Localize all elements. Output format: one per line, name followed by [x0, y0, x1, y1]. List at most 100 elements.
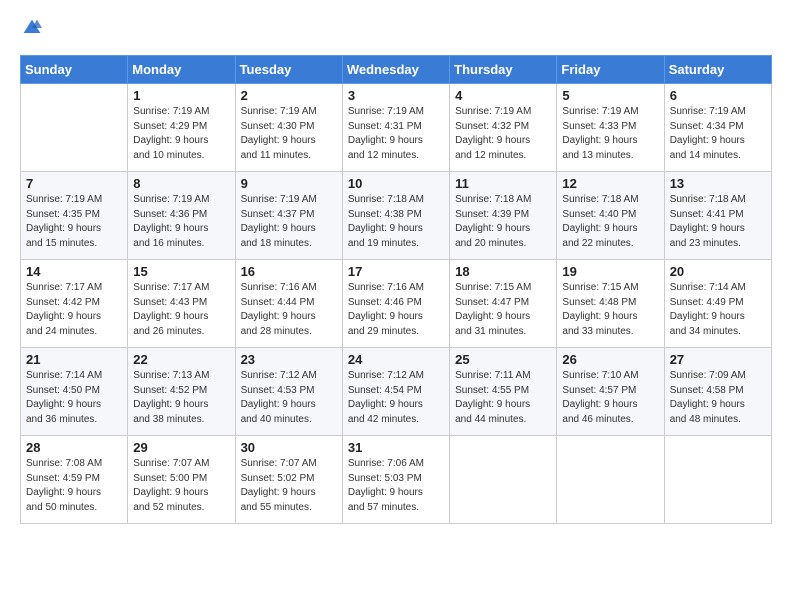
calendar-cell: 20 Sunrise: 7:14 AMSunset: 4:49 PMDayligh… — [664, 260, 771, 348]
daylight-text2: and 33 minutes. — [562, 325, 658, 340]
daylight-text2: and 40 minutes. — [241, 413, 337, 428]
sunrise-text: Sunrise: 7:19 AM — [241, 193, 337, 208]
sunset-text: Sunset: 4:53 PM — [241, 384, 337, 399]
daylight-text: Daylight: 9 hours — [455, 310, 551, 325]
cell-info: Sunrise: 7:16 AMSunset: 4:46 PMDaylight:… — [348, 281, 444, 339]
day-number: 12 — [562, 176, 658, 191]
sunrise-text: Sunrise: 7:15 AM — [562, 281, 658, 296]
cell-info: Sunrise: 7:19 AMSunset: 4:30 PMDaylight:… — [241, 105, 337, 163]
cell-info: Sunrise: 7:07 AMSunset: 5:02 PMDaylight:… — [241, 457, 337, 515]
calendar-cell: 26 Sunrise: 7:10 AMSunset: 4:57 PMDayligh… — [557, 348, 664, 436]
calendar-cell: 7Sunrise: 7:19 AMSunset: 4:35 PMDaylight… — [21, 172, 128, 260]
sunset-text: Sunset: 4:41 PM — [670, 208, 766, 223]
sunrise-text: Sunrise: 7:10 AM — [562, 369, 658, 384]
cell-info: Sunrise: 7:08 AMSunset: 4:59 PMDaylight:… — [26, 457, 122, 515]
sunrise-text: Sunrise: 7:16 AM — [241, 281, 337, 296]
daylight-text2: and 44 minutes. — [455, 413, 551, 428]
sunrise-text: Sunrise: 7:06 AM — [348, 457, 444, 472]
day-number: 20 — [670, 264, 766, 279]
day-number: 1 — [133, 88, 229, 103]
cell-info: Sunrise: 7:06 AMSunset: 5:03 PMDaylight:… — [348, 457, 444, 515]
sunrise-text: Sunrise: 7:19 AM — [562, 105, 658, 120]
sunset-text: Sunset: 4:37 PM — [241, 208, 337, 223]
cell-info: Sunrise: 7:10 AMSunset: 4:57 PMDaylight:… — [562, 369, 658, 427]
calendar-cell — [557, 436, 664, 524]
calendar-cell: 12 Sunrise: 7:18 AMSunset: 4:40 PMDayligh… — [557, 172, 664, 260]
day-number: 28 — [26, 440, 122, 455]
day-number: 6 — [670, 88, 766, 103]
day-number: 14 — [26, 264, 122, 279]
table-row: 14Sunrise: 7:17 AMSunset: 4:42 PMDayligh… — [21, 260, 772, 348]
sunset-text: Sunset: 4:38 PM — [348, 208, 444, 223]
calendar-cell — [21, 84, 128, 172]
sunset-text: Sunset: 5:03 PM — [348, 472, 444, 487]
sunrise-text: Sunrise: 7:19 AM — [133, 105, 229, 120]
sunset-text: Sunset: 4:44 PM — [241, 296, 337, 311]
daylight-text2: and 11 minutes. — [241, 149, 337, 164]
sunrise-text: Sunrise: 7:07 AM — [241, 457, 337, 472]
day-number: 24 — [348, 352, 444, 367]
sunset-text: Sunset: 5:02 PM — [241, 472, 337, 487]
calendar-cell: 21Sunrise: 7:14 AMSunset: 4:50 PMDayligh… — [21, 348, 128, 436]
daylight-text: Daylight: 9 hours — [348, 310, 444, 325]
daylight-text2: and 15 minutes. — [26, 237, 122, 252]
day-number: 16 — [241, 264, 337, 279]
cell-info: Sunrise: 7:19 AMSunset: 4:34 PMDaylight:… — [670, 105, 766, 163]
sunset-text: Sunset: 4:33 PM — [562, 120, 658, 135]
daylight-text: Daylight: 9 hours — [133, 134, 229, 149]
sunrise-text: Sunrise: 7:16 AM — [348, 281, 444, 296]
calendar-cell: 18Sunrise: 7:15 AMSunset: 4:47 PMDayligh… — [450, 260, 557, 348]
calendar-cell: 15Sunrise: 7:17 AMSunset: 4:43 PMDayligh… — [128, 260, 235, 348]
sunrise-text: Sunrise: 7:07 AM — [133, 457, 229, 472]
sunrise-text: Sunrise: 7:13 AM — [133, 369, 229, 384]
cell-info: Sunrise: 7:14 AMSunset: 4:50 PMDaylight:… — [26, 369, 122, 427]
cell-info: Sunrise: 7:18 AMSunset: 4:40 PMDaylight:… — [562, 193, 658, 251]
sunset-text: Sunset: 4:29 PM — [133, 120, 229, 135]
day-number: 2 — [241, 88, 337, 103]
daylight-text2: and 36 minutes. — [26, 413, 122, 428]
daylight-text: Daylight: 9 hours — [455, 222, 551, 237]
daylight-text2: and 24 minutes. — [26, 325, 122, 340]
daylight-text: Daylight: 9 hours — [562, 310, 658, 325]
cell-info: Sunrise: 7:19 AMSunset: 4:37 PMDaylight:… — [241, 193, 337, 251]
col-wednesday: Wednesday — [342, 56, 449, 84]
daylight-text2: and 29 minutes. — [348, 325, 444, 340]
sunrise-text: Sunrise: 7:11 AM — [455, 369, 551, 384]
calendar-cell: 28 Sunrise: 7:08 AMSunset: 4:59 PMDayligh… — [21, 436, 128, 524]
cell-info: Sunrise: 7:17 AMSunset: 4:42 PMDaylight:… — [26, 281, 122, 339]
sunrise-text: Sunrise: 7:17 AM — [26, 281, 122, 296]
sunset-text: Sunset: 4:57 PM — [562, 384, 658, 399]
table-row: 1Sunrise: 7:19 AMSunset: 4:29 PMDaylight… — [21, 84, 772, 172]
daylight-text: Daylight: 9 hours — [562, 398, 658, 413]
sunset-text: Sunset: 4:42 PM — [26, 296, 122, 311]
col-tuesday: Tuesday — [235, 56, 342, 84]
calendar-cell: 25Sunrise: 7:11 AMSunset: 4:55 PMDayligh… — [450, 348, 557, 436]
calendar-cell: 22Sunrise: 7:13 AMSunset: 4:52 PMDayligh… — [128, 348, 235, 436]
sunset-text: Sunset: 4:50 PM — [26, 384, 122, 399]
calendar-cell: 24Sunrise: 7:12 AMSunset: 4:54 PMDayligh… — [342, 348, 449, 436]
logo-icon — [22, 18, 42, 38]
daylight-text2: and 50 minutes. — [26, 501, 122, 516]
cell-info: Sunrise: 7:11 AMSunset: 4:55 PMDaylight:… — [455, 369, 551, 427]
cell-info: Sunrise: 7:14 AMSunset: 4:49 PMDaylight:… — [670, 281, 766, 339]
table-row: 28 Sunrise: 7:08 AMSunset: 4:59 PMDayligh… — [21, 436, 772, 524]
daylight-text2: and 57 minutes. — [348, 501, 444, 516]
daylight-text2: and 23 minutes. — [670, 237, 766, 252]
sunset-text: Sunset: 4:30 PM — [241, 120, 337, 135]
sunset-text: Sunset: 4:49 PM — [670, 296, 766, 311]
day-number: 4 — [455, 88, 551, 103]
daylight-text2: and 46 minutes. — [562, 413, 658, 428]
cell-info: Sunrise: 7:18 AMSunset: 4:41 PMDaylight:… — [670, 193, 766, 251]
cell-info: Sunrise: 7:19 AMSunset: 4:32 PMDaylight:… — [455, 105, 551, 163]
calendar-cell — [664, 436, 771, 524]
sunset-text: Sunset: 4:34 PM — [670, 120, 766, 135]
calendar-cell: 11Sunrise: 7:18 AMSunset: 4:39 PMDayligh… — [450, 172, 557, 260]
cell-info: Sunrise: 7:16 AMSunset: 4:44 PMDaylight:… — [241, 281, 337, 339]
daylight-text: Daylight: 9 hours — [562, 222, 658, 237]
daylight-text2: and 42 minutes. — [348, 413, 444, 428]
cell-info: Sunrise: 7:18 AMSunset: 4:39 PMDaylight:… — [455, 193, 551, 251]
sunrise-text: Sunrise: 7:18 AM — [455, 193, 551, 208]
sunset-text: Sunset: 4:39 PM — [455, 208, 551, 223]
sunrise-text: Sunrise: 7:17 AM — [133, 281, 229, 296]
day-number: 26 — [562, 352, 658, 367]
